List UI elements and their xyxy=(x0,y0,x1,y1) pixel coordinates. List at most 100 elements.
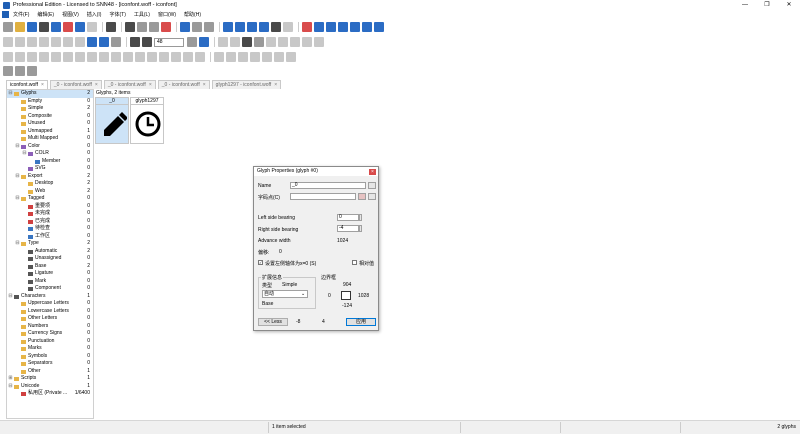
import-icon[interactable] xyxy=(27,22,37,32)
tree-item[interactable]: 已完成 0 xyxy=(7,218,93,226)
tree-item[interactable]: Desktop 2 xyxy=(7,180,93,188)
tree-item[interactable]: Member 0 xyxy=(7,158,93,166)
tree-item[interactable]: ⊞ Scripts 1 xyxy=(7,375,93,383)
tree-item[interactable]: Punctuation 0 xyxy=(7,338,93,346)
less-button[interactable]: << Less xyxy=(258,318,288,326)
tree-item[interactable]: Multi Mapped 0 xyxy=(7,135,93,143)
close-icon[interactable]: × xyxy=(95,81,98,89)
expand-icon[interactable]: ⊟ xyxy=(15,173,20,181)
tree-item[interactable]: ⊟ Type 2 xyxy=(7,240,93,248)
hand-icon[interactable] xyxy=(111,37,121,47)
tree-item[interactable]: Automatic 2 xyxy=(7,248,93,256)
close-icon[interactable]: × xyxy=(149,81,152,89)
close-icon[interactable]: × xyxy=(369,168,376,175)
tree-item[interactable]: Web 2 xyxy=(7,188,93,196)
tree-item[interactable]: Other 1 xyxy=(7,368,93,376)
menu-edit[interactable]: 编辑(E) xyxy=(37,11,54,18)
tree-item[interactable]: Numbers 0 xyxy=(7,323,93,331)
tree-item[interactable]: 工作区 0 xyxy=(7,233,93,241)
open-file-icon[interactable] xyxy=(15,22,25,32)
zoom-out-icon[interactable] xyxy=(142,37,152,47)
check-icon[interactable] xyxy=(338,22,348,32)
tree-item[interactable]: Marks 0 xyxy=(7,345,93,353)
expand-icon[interactable]: ⊟ xyxy=(22,150,27,158)
maximize-icon[interactable]: ❐ xyxy=(756,0,778,10)
tree-item[interactable]: Symbols 0 xyxy=(7,353,93,361)
expand-icon[interactable]: ⊟ xyxy=(15,195,20,203)
lock-icon[interactable] xyxy=(195,51,205,62)
redo-icon[interactable] xyxy=(192,22,202,32)
flip-icon[interactable] xyxy=(218,37,228,47)
add-point-icon[interactable] xyxy=(302,37,312,47)
corner-icon[interactable] xyxy=(214,51,224,62)
transform-icon[interactable] xyxy=(242,37,252,47)
menu-view[interactable]: 视图(V) xyxy=(62,11,79,18)
lsb-spinner[interactable] xyxy=(359,214,362,221)
layout-icon[interactable] xyxy=(362,22,372,32)
validate-icon[interactable] xyxy=(302,22,312,32)
charcode-field[interactable] xyxy=(290,193,356,200)
export-icon[interactable] xyxy=(75,22,85,32)
tree-item[interactable]: Empty 0 xyxy=(7,98,93,106)
union-icon[interactable] xyxy=(123,51,133,62)
intersect-icon[interactable] xyxy=(135,51,145,62)
align-left-icon[interactable] xyxy=(3,51,13,62)
align-middle-icon[interactable] xyxy=(51,51,61,62)
outline-icon[interactable] xyxy=(171,51,181,62)
name-reset-button[interactable] xyxy=(368,182,376,189)
contour-icon[interactable] xyxy=(87,37,97,47)
expand-icon[interactable]: ⊟ xyxy=(8,90,13,98)
node-icon[interactable] xyxy=(254,37,264,47)
tab-glyph-0-b[interactable]: _0 - iconfont.woff × xyxy=(103,80,156,89)
properties-icon[interactable] xyxy=(314,22,324,32)
minimize-icon[interactable]: — xyxy=(734,0,756,10)
grid-icon[interactable] xyxy=(326,22,336,32)
tree-item[interactable]: Unused 0 xyxy=(7,120,93,128)
tree-item[interactable]: Uppercase Letters 0 xyxy=(7,300,93,308)
tree-item[interactable]: 重要项 0 xyxy=(7,203,93,211)
ellipse-shape-icon[interactable] xyxy=(290,37,300,47)
rsb-spinner[interactable] xyxy=(359,225,362,232)
tree-item[interactable]: ⊟ Unicode 1 xyxy=(7,383,93,391)
apply-button[interactable]: 应用 xyxy=(346,318,376,326)
remove-point-icon[interactable] xyxy=(314,37,324,47)
charcode-pick-button[interactable] xyxy=(358,193,366,200)
tree-item[interactable]: Mark 0 xyxy=(7,278,93,286)
menu-help[interactable]: 帮助(H) xyxy=(184,11,201,18)
tab-glyph-0-a[interactable]: _0 - iconfont.woff × xyxy=(49,80,102,89)
font-icon[interactable] xyxy=(39,22,49,32)
tree-item[interactable]: Separators 0 xyxy=(7,360,93,368)
tab-glyph-0-c[interactable]: _0 - iconfont.woff × xyxy=(157,80,210,89)
delete-icon[interactable] xyxy=(161,22,171,32)
test-icon[interactable] xyxy=(87,22,97,32)
close-icon[interactable]: × xyxy=(203,81,206,89)
zoom-select[interactable]: 48 xyxy=(154,37,184,47)
tree-item[interactable]: Other Letters 0 xyxy=(7,315,93,323)
measure-icon[interactable] xyxy=(75,37,85,47)
cut-icon[interactable] xyxy=(125,22,135,32)
save-as-icon[interactable] xyxy=(63,22,73,32)
expand-icon[interactable]: ⊟ xyxy=(15,240,20,248)
menu-insert[interactable]: 插入(I) xyxy=(87,11,102,18)
start-point-icon[interactable] xyxy=(250,51,260,62)
tab-glyph1297[interactable]: glyph1297 - iconfont.woff × xyxy=(211,80,282,89)
text-icon[interactable] xyxy=(15,65,25,76)
tree-item[interactable]: Simple 2 xyxy=(7,105,93,113)
tangent-icon[interactable] xyxy=(238,51,248,62)
space-icon[interactable] xyxy=(87,51,97,62)
print-icon[interactable] xyxy=(106,22,116,32)
undo-icon[interactable] xyxy=(180,22,190,32)
tree-item[interactable]: Lowercase Letters 0 xyxy=(7,308,93,316)
tree-item[interactable]: Base 2 xyxy=(7,263,93,271)
tree-item[interactable]: ⊟ Glyphs 2 xyxy=(7,90,93,98)
smooth-icon[interactable] xyxy=(226,51,236,62)
layer-icon[interactable] xyxy=(27,65,37,76)
function-icon[interactable] xyxy=(271,22,281,32)
knife-icon[interactable] xyxy=(51,37,61,47)
expand-icon[interactable]: ⊞ xyxy=(8,375,13,383)
ellipse-icon[interactable] xyxy=(27,37,37,47)
tree-item[interactable]: 待检查 0 xyxy=(7,225,93,233)
pencil-icon[interactable] xyxy=(283,22,293,32)
tree-item[interactable]: SVG 0 xyxy=(7,165,93,173)
subtract-icon[interactable] xyxy=(147,51,157,62)
